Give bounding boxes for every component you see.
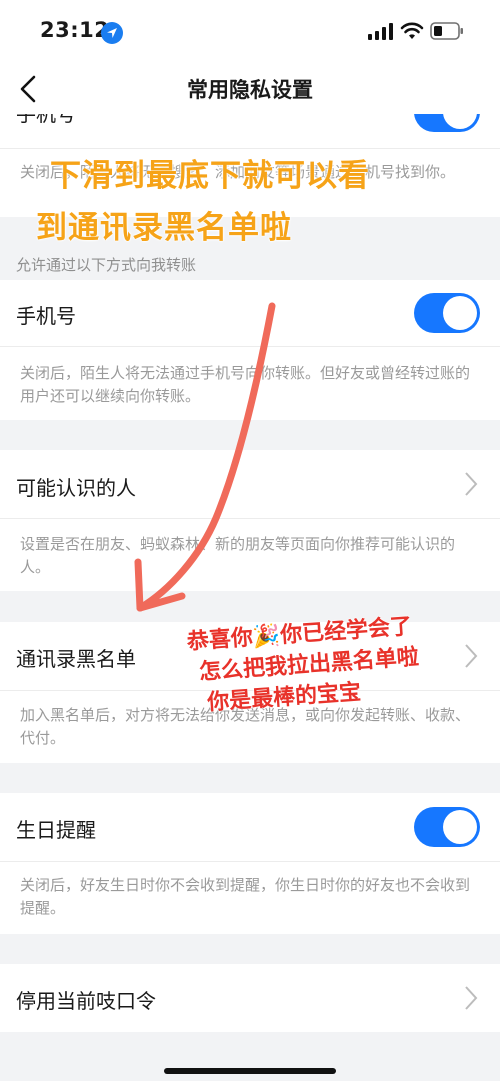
toggle-knob — [443, 296, 477, 330]
phone-row-label: 手机号 — [16, 304, 76, 328]
people-row-label: 可能认识的人 — [16, 476, 136, 500]
chevron-right-icon — [465, 644, 478, 668]
birthday-desc: 关闭后，好友生日时你不会收到提醒，你生日时你的好友也不会收到提醒。 — [20, 876, 471, 917]
blacklist-row-label: 通讯录黑名单 — [16, 647, 136, 671]
birthday-desc-block: 关闭后，好友生日时你不会收到提醒，你生日时你的好友也不会收到提醒。 — [0, 862, 500, 934]
annotation-congrats: 恭喜你🎉你已经学会了 怎么把我拉出黑名单啦 你是最棒的宝宝 — [186, 611, 419, 719]
command-row[interactable]: 停用当前吱口令 — [0, 964, 500, 1032]
page-title: 常用隐私设置 — [187, 78, 313, 102]
phone-toggle[interactable] — [414, 293, 480, 333]
birthday-toggle[interactable] — [414, 807, 480, 847]
battery-icon — [430, 22, 463, 40]
birthday-row[interactable]: 生日提醒 — [0, 793, 500, 861]
status-time: 23:12 — [40, 18, 110, 42]
partial-row-toggle[interactable] — [414, 114, 480, 132]
partial-row[interactable]: 手机号 — [0, 114, 500, 148]
birthday-row-label: 生日提醒 — [16, 818, 96, 842]
status-bar: 23:12 — [0, 0, 500, 64]
nav-bar: 常用隐私设置 — [0, 64, 500, 114]
location-arrow-icon — [101, 22, 123, 44]
toggle-knob — [443, 810, 477, 844]
command-row-label: 停用当前吱口令 — [16, 989, 156, 1013]
annotation-arrow-icon — [134, 302, 276, 612]
transfer-section-header: 允许通过以下方式向我转账 — [16, 256, 197, 274]
wifi-icon — [400, 22, 424, 39]
home-indicator — [164, 1068, 336, 1074]
annotation-top-line2: 到通讯录黑名单啦 — [36, 210, 292, 246]
partial-row-label: 手机号 — [16, 114, 76, 126]
chevron-right-icon — [465, 986, 478, 1010]
toggle-knob — [443, 114, 477, 129]
signal-icon — [368, 23, 393, 40]
annotation-top-line1: 下滑到最底下就可以看 — [50, 158, 370, 194]
chevron-right-icon — [465, 472, 478, 496]
